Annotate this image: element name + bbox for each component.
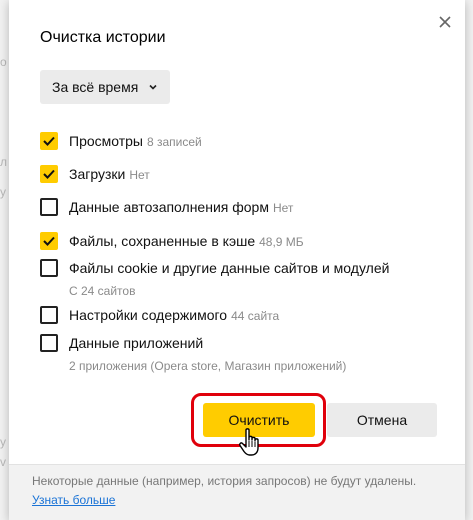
cookies-checkbox[interactable] [40, 259, 58, 277]
option-sublabel: С 24 сайтов [69, 284, 136, 298]
cancel-button[interactable]: Отмена [327, 403, 437, 437]
option-meta: 8 записей [147, 135, 202, 149]
checkmark-icon [43, 169, 55, 179]
option-meta: Нет [272, 201, 294, 215]
cache-checkbox[interactable] [40, 232, 58, 250]
background-text-fragment: v [0, 455, 6, 469]
footer-note: Некоторые данные (например, история запр… [32, 474, 417, 488]
option-content-settings: Настройки содержимого 44 сайта [40, 306, 279, 325]
option-downloads: Загрузки Нет [40, 165, 150, 184]
option-label: Данные автозаполнения форм [69, 199, 269, 215]
clear-history-dialog: Очистка истории За всё время Просмотры 8 … [9, 0, 465, 520]
option-app-data: Данные приложений 2 приложения (Opera st… [40, 334, 346, 375]
chevron-down-icon [149, 84, 157, 90]
autofill-checkbox[interactable] [40, 198, 58, 216]
option-label: Просмотры [69, 133, 143, 149]
dialog-title: Очистка истории [40, 29, 166, 46]
background-text-fragment: о [0, 55, 7, 69]
background-text-fragment: л [0, 155, 8, 169]
option-label: Файлы, сохраненные в кэше [69, 233, 256, 249]
option-autofill: Данные автозаполнения форм Нет [40, 198, 293, 217]
content-settings-checkbox[interactable] [40, 306, 58, 324]
option-cache: Файлы, сохраненные в кэше 48,9 МБ [40, 232, 304, 251]
option-label: Настройки содержимого [69, 307, 228, 323]
option-cookies: Файлы cookie и другие данные сайтов и мо… [40, 259, 393, 300]
background-text-fragment: у [0, 435, 6, 449]
app-data-checkbox[interactable] [40, 334, 58, 352]
background-text-fragment: у [0, 185, 6, 199]
views-checkbox[interactable] [40, 132, 58, 150]
option-label: Файлы cookie и другие данные сайтов и мо… [69, 260, 390, 276]
option-views: Просмотры 8 записей [40, 132, 202, 151]
option-meta: 48,9 МБ [259, 235, 304, 249]
option-meta: 44 сайта [231, 309, 280, 323]
option-label: Загрузки [69, 166, 126, 182]
hand-pointer-icon [239, 428, 259, 456]
learn-more-link[interactable]: Узнать больше [32, 493, 115, 507]
option-meta: Нет [129, 168, 150, 182]
close-icon[interactable] [435, 12, 455, 32]
option-sublabel: 2 приложения (Opera store, Магазин прило… [69, 359, 347, 373]
period-dropdown-value: За всё время [52, 79, 139, 95]
period-dropdown[interactable]: За всё время [40, 70, 170, 104]
checkmark-icon [43, 136, 55, 146]
dialog-footer: Некоторые данные (например, история запр… [9, 464, 465, 520]
downloads-checkbox[interactable] [40, 165, 58, 183]
checkmark-icon [43, 236, 55, 246]
option-label: Данные приложений [69, 335, 204, 351]
